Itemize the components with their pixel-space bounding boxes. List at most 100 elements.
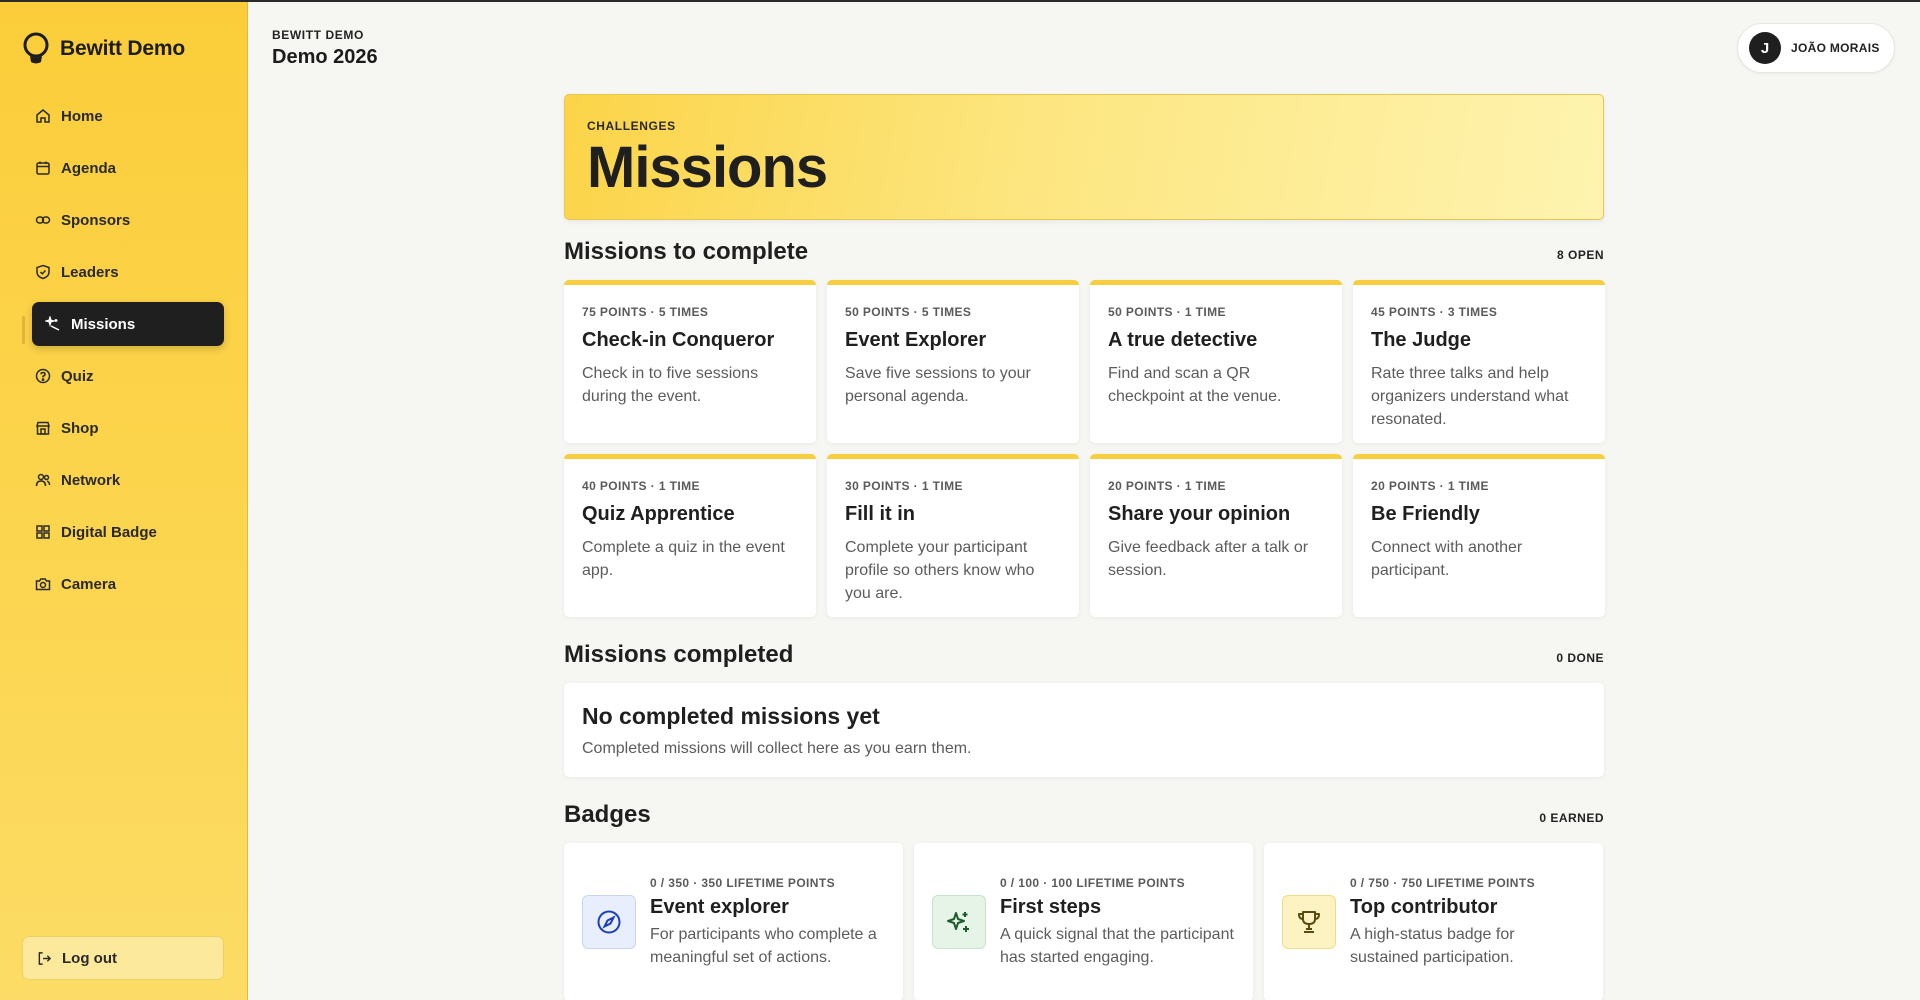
grid-icon xyxy=(35,524,51,540)
sidebar-nav: Home Agenda Sponsors Leaders Missions Qu… xyxy=(32,94,224,614)
mission-meta: 45 POINTS · 3 TIMES xyxy=(1371,305,1498,319)
trophy-icon xyxy=(1282,895,1336,949)
sidebar-item-leaders[interactable]: Leaders xyxy=(32,250,224,294)
mission-desc: Connect with another participant. xyxy=(1371,539,1523,579)
sidebar-item-sponsors[interactable]: Sponsors xyxy=(32,198,224,242)
mission-title: Share your opinion xyxy=(1108,503,1291,525)
event-org: BEWITT DEMO xyxy=(272,28,364,42)
sidebar-item-label: Agenda xyxy=(61,159,117,177)
active-nav-marker xyxy=(22,316,25,344)
badge-title: Top contributor xyxy=(1350,895,1498,918)
link-icon xyxy=(35,212,51,228)
mission-title: A true detective xyxy=(1108,329,1258,351)
lightbulb-icon xyxy=(23,32,49,64)
sidebar: Bewitt Demo Home Agenda Sponsors Leaders… xyxy=(0,2,248,1000)
user-name: JOÃO MORAIS xyxy=(1791,41,1880,55)
page-title: Missions xyxy=(587,135,828,200)
mission-desc: Give feedback after a talk or session. xyxy=(1108,539,1309,579)
empty-state-card: No completed missions yet Completed miss… xyxy=(564,683,1604,777)
sidebar-item-home[interactable]: Home xyxy=(32,94,224,138)
mission-grid: 75 POINTS · 5 TIMES Check-in Conqueror C… xyxy=(564,280,1605,617)
badge-card[interactable]: 0 / 350 · 350 LIFETIME POINTS Event expl… xyxy=(564,843,903,1000)
badge-info: 0 / 350 · 350 LIFETIME POINTS Event expl… xyxy=(650,876,885,969)
hero-kicker: CHALLENGES xyxy=(587,119,676,133)
mission-card[interactable]: 20 POINTS · 1 TIME Be Friendly Connect w… xyxy=(1353,454,1605,617)
page-hero: CHALLENGES Missions xyxy=(564,94,1604,220)
section-count: 8 OPEN xyxy=(1556,248,1604,262)
mission-meta: 20 POINTS · 1 TIME xyxy=(1371,479,1489,493)
sidebar-item-label: Missions xyxy=(71,315,136,333)
badge-info: 0 / 750 · 750 LIFETIME POINTS Top contri… xyxy=(1350,876,1585,969)
sidebar-item-label: Shop xyxy=(61,419,99,437)
mission-meta: 20 POINTS · 1 TIME xyxy=(1108,479,1226,493)
sidebar-item-network[interactable]: Network xyxy=(32,458,224,502)
badge-card[interactable]: 0 / 750 · 750 LIFETIME POINTS Top contri… xyxy=(1264,843,1603,1000)
badges-header: Badges 0 EARNED xyxy=(564,801,1604,829)
section-count: 0 DONE xyxy=(1556,651,1604,665)
logout-button[interactable]: Log out xyxy=(22,936,224,980)
badge-grid: 0 / 350 · 350 LIFETIME POINTS Event expl… xyxy=(564,843,1604,1000)
help-circle-icon xyxy=(35,368,51,384)
brand[interactable]: Bewitt Demo xyxy=(22,32,185,66)
camera-icon xyxy=(35,576,51,592)
logout-label: Log out xyxy=(62,949,117,967)
badge-title: First steps xyxy=(1000,895,1102,918)
sidebar-item-digital-badge[interactable]: Digital Badge xyxy=(32,510,224,554)
compass-icon xyxy=(582,895,636,949)
empty-state-desc: Completed missions will collect here as … xyxy=(582,740,972,757)
mission-meta: 75 POINTS · 5 TIMES xyxy=(582,305,709,319)
calendar-icon xyxy=(35,160,51,176)
users-icon xyxy=(35,472,51,488)
empty-state-title: No completed missions yet xyxy=(582,703,880,729)
mission-title: Quiz Apprentice xyxy=(582,503,735,525)
badge-info: 0 / 100 · 100 LIFETIME POINTS First step… xyxy=(1000,876,1235,969)
sidebar-item-label: Leaders xyxy=(61,263,119,281)
mission-title: Check-in Conqueror xyxy=(582,329,775,351)
sidebar-item-agenda[interactable]: Agenda xyxy=(32,146,224,190)
section-count: 0 EARNED xyxy=(1539,811,1604,825)
sidebar-item-shop[interactable]: Shop xyxy=(32,406,224,450)
mission-title: Event Explorer xyxy=(845,329,987,351)
sidebar-item-missions[interactable]: Missions xyxy=(32,302,224,346)
badge-meta: 0 / 350 · 350 LIFETIME POINTS xyxy=(650,875,835,890)
sidebar-item-label: Home xyxy=(61,107,103,125)
sparkles-icon xyxy=(932,895,986,949)
brand-name: Bewitt Demo xyxy=(60,37,185,60)
mission-card[interactable]: 50 POINTS · 5 TIMES Event Explorer Save … xyxy=(827,280,1079,443)
sidebar-item-label: Sponsors xyxy=(61,211,131,229)
mission-meta: 50 POINTS · 1 TIME xyxy=(1108,305,1226,319)
badge-title: Event explorer xyxy=(650,895,789,918)
mission-meta: 50 POINTS · 5 TIMES xyxy=(845,305,972,319)
missions-open-header: Missions to complete 8 OPEN xyxy=(564,238,1604,266)
badge-desc: For participants who complete a meaningf… xyxy=(650,925,877,966)
badge-card[interactable]: 0 / 100 · 100 LIFETIME POINTS First step… xyxy=(914,843,1253,1000)
store-icon xyxy=(35,420,51,436)
mission-card[interactable]: 75 POINTS · 5 TIMES Check-in Conqueror C… xyxy=(564,280,816,443)
mission-card[interactable]: 50 POINTS · 1 TIME A true detective Find… xyxy=(1090,280,1342,443)
mission-card[interactable]: 30 POINTS · 1 TIME Fill it in Complete y… xyxy=(827,454,1079,617)
logout-icon xyxy=(38,951,52,965)
section-title: Badges xyxy=(564,801,651,828)
mission-desc: Rate three talks and help organizers und… xyxy=(1371,365,1569,428)
shield-icon xyxy=(35,264,51,280)
section-title: Missions completed xyxy=(564,641,794,668)
mission-desc: Save five sessions to your personal agen… xyxy=(845,365,1031,405)
mission-card[interactable]: 40 POINTS · 1 TIME Quiz Apprentice Compl… xyxy=(564,454,816,617)
sidebar-item-label: Quiz xyxy=(61,367,94,385)
mission-title: Fill it in xyxy=(845,503,915,525)
mission-card[interactable]: 20 POINTS · 1 TIME Share your opinion Gi… xyxy=(1090,454,1342,617)
mission-card[interactable]: 45 POINTS · 3 TIMES The Judge Rate three… xyxy=(1353,280,1605,443)
main-content: CHALLENGES Missions Missions to complete… xyxy=(564,94,1605,1000)
missions-completed-header: Missions completed 0 DONE xyxy=(564,641,1604,669)
mission-title: Be Friendly xyxy=(1371,503,1480,525)
mission-desc: Complete your participant profile so oth… xyxy=(845,539,1035,602)
mission-meta: 30 POINTS · 1 TIME xyxy=(845,479,963,493)
badge-meta: 0 / 100 · 100 LIFETIME POINTS xyxy=(1000,875,1185,890)
sidebar-item-camera[interactable]: Camera xyxy=(32,562,224,606)
user-menu-button[interactable]: J JOÃO MORAIS xyxy=(1737,23,1895,73)
avatar: J xyxy=(1749,32,1781,64)
sidebar-item-quiz[interactable]: Quiz xyxy=(32,354,224,398)
badge-meta: 0 / 750 · 750 LIFETIME POINTS xyxy=(1350,875,1535,890)
event-name: Demo 2026 xyxy=(272,46,378,68)
badge-desc: A quick signal that the participant has … xyxy=(1000,925,1234,966)
